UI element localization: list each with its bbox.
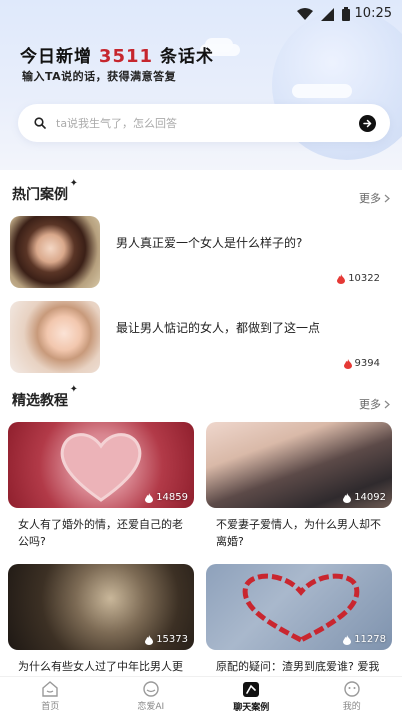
view-count-value: 11278 — [354, 634, 386, 645]
hot-case-item[interactable]: 男人真正爱一个女人是什么样子的? 10322 — [10, 216, 390, 290]
more-label: 更多 — [359, 192, 381, 205]
fire-icon — [337, 273, 346, 284]
fire-icon — [145, 634, 154, 645]
tutorial-image: 14859 — [8, 422, 194, 508]
view-count: 14092 — [343, 492, 386, 503]
tutorial-title: 为什么有些女人过了中年比男人更 — [18, 660, 183, 673]
case-count-value: 10322 — [348, 273, 380, 284]
section-title-text: 精选教程 — [12, 393, 68, 409]
tutorial-title: 女人有了婚外的情，还爱自己的老公吗? — [18, 518, 183, 548]
view-count: 11278 — [343, 634, 386, 645]
case-title: 最让男人惦记的女人，都做到了这一点 — [116, 321, 321, 335]
chevron-right-icon — [384, 400, 390, 408]
tutorial-card[interactable]: 14859 女人有了婚外的情，还爱自己的老公吗? — [8, 422, 194, 550]
heart-decoration — [60, 433, 142, 502]
search-icon — [34, 117, 46, 129]
fire-icon — [145, 492, 154, 503]
cloud-decoration — [292, 84, 352, 98]
view-count-value: 14859 — [156, 492, 188, 503]
case-thumbnail — [10, 216, 100, 288]
home-icon — [42, 681, 58, 697]
case-count: 9394 — [343, 358, 380, 369]
view-count-value: 15373 — [156, 634, 188, 645]
view-count: 14859 — [145, 492, 188, 503]
section-title-text: 热门案例 — [12, 187, 68, 203]
battery-icon — [342, 7, 350, 21]
profile-icon — [344, 681, 360, 697]
tutorial-image: 11278 — [206, 564, 392, 650]
page-headline: 今日新增 3511 条话术 — [20, 42, 214, 67]
case-title: 男人真正爱一个女人是什么样子的? — [116, 236, 303, 250]
headline-suffix: 条话术 — [159, 47, 214, 67]
tutorial-title: 原配的疑问：渣男到底爱谁? 爱我 — [216, 660, 380, 673]
wifi-icon — [297, 7, 313, 20]
section-title-tutorials: 精选教程 ✦ — [12, 384, 78, 410]
ai-chat-icon — [143, 681, 159, 697]
tab-label: 我的 — [342, 702, 361, 712]
tutorial-image: 14092 — [206, 422, 392, 508]
tab-label: 首页 — [41, 702, 60, 712]
sparkle-icon: ✦ — [69, 178, 78, 189]
tab-label: 恋爱AI — [137, 702, 165, 712]
search-input[interactable] — [56, 116, 336, 130]
tutorial-card[interactable]: 11278 原配的疑问：渣男到底爱谁? 爱我 — [206, 564, 392, 675]
page-subline: 输入TA说的话，获得满意答复 — [22, 70, 177, 83]
fire-icon — [343, 492, 352, 503]
headline-prefix: 今日新增 — [20, 47, 92, 67]
bottom-tab-bar: 首页 恋爱AI 聊天案例 我的 — [0, 676, 402, 716]
tutorial-image: 15373 — [8, 564, 194, 650]
case-thumbnail — [10, 301, 100, 373]
tab-love-ai[interactable]: 恋爱AI — [101, 677, 202, 716]
more-label: 更多 — [359, 398, 381, 411]
search-bar[interactable] — [18, 104, 390, 142]
chat-cases-icon — [243, 682, 260, 697]
chevron-right-icon — [384, 194, 390, 202]
sparkle-icon: ✦ — [69, 384, 78, 395]
case-count-value: 9394 — [354, 358, 380, 369]
fire-icon — [343, 634, 352, 645]
tutorial-card[interactable]: 14092 不爱妻子爱情人，为什么男人却不离婚? — [206, 422, 392, 550]
submit-arrow-button[interactable] — [359, 115, 376, 132]
tab-home[interactable]: 首页 — [0, 677, 101, 716]
arrow-right-icon — [363, 119, 372, 128]
view-count: 15373 — [145, 634, 188, 645]
tab-profile[interactable]: 我的 — [302, 677, 402, 716]
signal-icon — [321, 7, 334, 21]
view-count-value: 14092 — [354, 492, 386, 503]
status-time: 10:25 — [354, 6, 392, 21]
more-link-tutorials[interactable]: 更多 — [359, 396, 390, 412]
status-bar: 10:25 — [0, 0, 402, 28]
section-title-hot-cases: 热门案例 ✦ — [12, 178, 78, 204]
hot-case-item[interactable]: 最让男人惦记的女人，都做到了这一点 9394 — [10, 301, 390, 375]
more-link-hot-cases[interactable]: 更多 — [359, 190, 390, 206]
fire-icon — [343, 358, 352, 369]
case-count: 10322 — [337, 273, 380, 284]
tutorial-card[interactable]: 15373 为什么有些女人过了中年比男人更 — [8, 564, 194, 675]
tab-chat-cases[interactable]: 聊天案例 — [201, 677, 302, 716]
tutorial-title: 不爱妻子爱情人，为什么男人却不离婚? — [216, 518, 381, 548]
tab-label: 聊天案例 — [233, 703, 270, 713]
headline-count: 3511 — [98, 46, 154, 67]
